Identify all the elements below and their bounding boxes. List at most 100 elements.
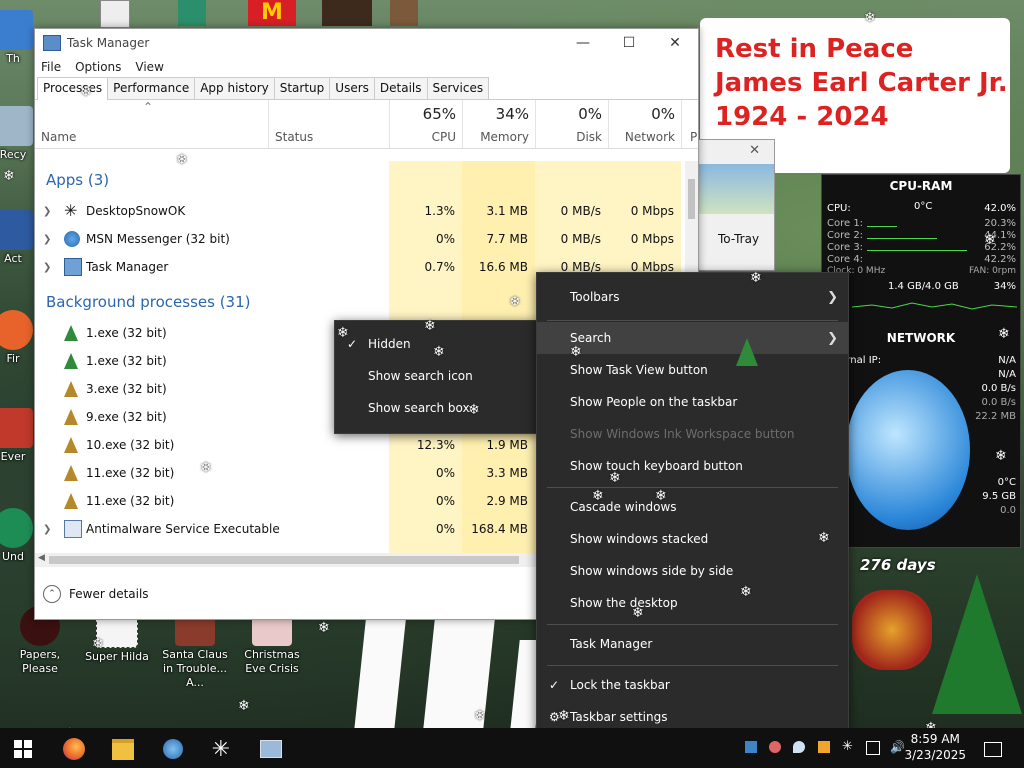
core-label: Core 3: — [827, 242, 864, 253]
snowflake-tray-icon[interactable]: ✳ — [842, 740, 854, 753]
desktop-icon-label: Und — [1, 550, 24, 563]
menu-item-label: Task Manager — [570, 637, 653, 651]
cpu-value: 1.3% — [424, 204, 456, 218]
tab-processes[interactable]: Processes — [37, 77, 109, 100]
menu-item-toolbars[interactable]: Toolbars ❯ — [537, 281, 848, 313]
chevron-up-icon[interactable]: ⌃ — [43, 585, 61, 603]
cpu-value: 0.7% — [424, 260, 456, 274]
column-disk[interactable]: Disk — [576, 130, 602, 144]
scroll-left-icon[interactable]: ◀ — [38, 553, 45, 563]
close-button[interactable]: ✕ — [652, 29, 698, 57]
close-icon[interactable]: ✕ — [749, 143, 760, 158]
tray-app-icon[interactable] — [769, 741, 781, 753]
tab-details[interactable]: Details — [373, 77, 428, 99]
file-explorer-icon[interactable] — [110, 736, 136, 762]
chevron-right-icon[interactable]: ❯ — [43, 206, 51, 217]
column-status[interactable]: Status — [275, 130, 313, 144]
column-name[interactable]: Name — [41, 130, 76, 144]
minimize-button[interactable]: — — [560, 29, 606, 57]
snowflake-icon: ❄ — [570, 344, 582, 360]
tab-users[interactable]: Users — [329, 77, 375, 99]
snowflake-icon: ❄ — [337, 325, 349, 341]
tray-app-icon[interactable] — [793, 741, 805, 753]
menu-item-task-manager[interactable]: Task Manager — [537, 628, 848, 660]
ip-value: N/A — [998, 355, 1016, 366]
column-divider — [268, 100, 269, 148]
desktop-icon-label: Act — [4, 252, 22, 265]
tab-app-history[interactable]: App history — [194, 77, 275, 99]
column-power[interactable]: P — [690, 130, 697, 144]
menu-item-windows-side-by-side[interactable]: Show windows side by side — [537, 555, 848, 587]
menu-item-show-task-view[interactable]: Show Task View button — [537, 354, 848, 386]
network-tray-icon[interactable] — [866, 741, 880, 755]
tab-services[interactable]: Services — [426, 77, 490, 99]
column-cpu[interactable]: CPU — [432, 130, 456, 144]
tab-startup[interactable]: Startup — [273, 77, 331, 99]
table-row[interactable]: ❯ ✳ DesktopSnowOK 1.3% 3.1 MB 0 MB/s 0 M… — [35, 197, 685, 225]
scrollbar-thumb[interactable] — [49, 556, 519, 564]
tray-app-icon[interactable] — [818, 741, 830, 753]
title-bar[interactable]: Task Manager — ☐ ✕ — [35, 29, 698, 57]
task-manager-icon — [64, 258, 82, 276]
desktop-icon-label: Fir — [6, 352, 20, 365]
tab-bar: Processes Performance App history Startu… — [35, 77, 698, 100]
tab-performance[interactable]: Performance — [107, 77, 196, 99]
taskbar-clock[interactable]: 8:59 AM 3/23/2025 — [904, 731, 966, 763]
desktop-icon-label: Papers, Please — [19, 648, 61, 675]
gadget-value: 0°C — [997, 477, 1016, 488]
menu-item-windows-stacked[interactable]: Show windows stacked — [537, 523, 848, 555]
notification-icon[interactable] — [980, 736, 1006, 762]
snowflake-icon: ❄ — [998, 326, 1010, 342]
snowflake-icon: ❄ — [318, 620, 330, 636]
desktop-icon-partial[interactable] — [178, 0, 206, 26]
desktop-snow-taskbar-icon[interactable]: ✳ — [208, 736, 234, 762]
task-manager-taskbar-icon[interactable] — [258, 736, 284, 762]
desktop-icon-partial[interactable] — [390, 0, 418, 26]
core-bar — [867, 238, 937, 239]
start-button[interactable] — [10, 736, 36, 762]
to-tray-window[interactable]: ✕ To-Tray — [697, 139, 775, 271]
process-name: Antimalware Service Executable — [86, 522, 280, 536]
chevron-right-icon[interactable]: ❯ — [43, 262, 51, 273]
menu-item-cascade-windows[interactable]: Cascade windows — [537, 491, 848, 523]
scrollbar-thumb[interactable] — [688, 179, 695, 219]
desktop-icon-label: Christmas Eve Crisis — [244, 648, 300, 675]
desktop-icon-partial[interactable] — [100, 0, 130, 28]
snowflake-icon: ❄ — [864, 10, 876, 26]
column-network[interactable]: Network — [625, 130, 675, 144]
sort-indicator-icon: ⌃ — [143, 100, 154, 114]
menu-file[interactable]: File — [41, 60, 61, 74]
core-label: Core 4: — [827, 254, 864, 265]
menu-item-label: Show search box — [368, 401, 470, 415]
column-memory[interactable]: Memory — [480, 130, 529, 144]
fewer-details-link[interactable]: Fewer details — [69, 587, 149, 601]
msn-messenger-taskbar-icon[interactable] — [160, 736, 186, 762]
menu-item-search[interactable]: Search ❯ — [537, 322, 848, 354]
snowflake-icon: ❄ — [80, 84, 92, 100]
menu-item-lock-taskbar[interactable]: ✓ Lock the taskbar — [537, 669, 848, 701]
mcdonalds-icon[interactable]: M — [248, 0, 296, 26]
menu-view[interactable]: View — [135, 60, 163, 74]
column-divider — [681, 100, 682, 148]
menu-item-show-touch-keyboard[interactable]: Show touch keyboard button — [537, 450, 848, 482]
menu-item-show-people[interactable]: Show People on the taskbar — [537, 386, 848, 418]
table-row[interactable]: ❯ MSN Messenger (32 bit) 0% 7.7 MB 0 MB/… — [35, 225, 685, 253]
process-name: 9.exe (32 bit) — [86, 410, 167, 424]
volume-tray-icon[interactable]: 🔊 — [890, 741, 905, 753]
desktop-icon-partial[interactable] — [322, 0, 372, 26]
maximize-button[interactable]: ☐ — [606, 29, 652, 57]
menu-item-show-search-box[interactable]: Show search box — [335, 392, 538, 424]
menu-bar: File Options View — [35, 57, 698, 77]
menu-item-label: Taskbar settings — [570, 710, 668, 724]
tray-app-icon[interactable] — [745, 741, 757, 753]
menu-item-label: Show windows stacked — [570, 532, 709, 546]
chevron-right-icon[interactable]: ❯ — [43, 524, 51, 535]
menu-options[interactable]: Options — [75, 60, 121, 74]
menu-item-show-desktop[interactable]: Show the desktop — [537, 587, 848, 619]
to-tray-button[interactable]: To-Tray — [718, 232, 759, 246]
firefox-taskbar-icon[interactable] — [61, 736, 87, 762]
recycle-icon — [0, 106, 33, 146]
chevron-right-icon[interactable]: ❯ — [43, 234, 51, 245]
menu-item-show-search-icon[interactable]: Show search icon — [335, 360, 538, 392]
taskbar[interactable]: ✳ ✳ 🔊 8:59 AM 3/23/2025 — [0, 728, 1024, 768]
